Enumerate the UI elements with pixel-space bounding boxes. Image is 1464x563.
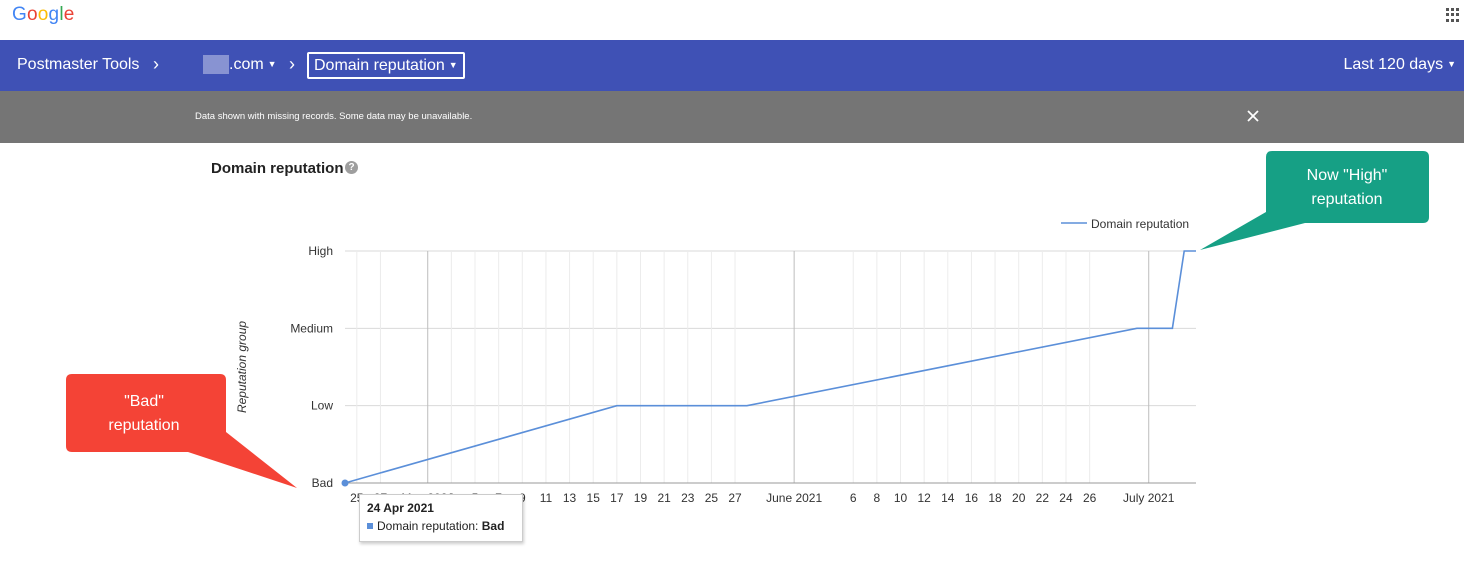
x-tick-label: 11 bbox=[540, 491, 553, 505]
domain-reputation-chart: BadLowMediumHigh2527May 2021357911131517… bbox=[66, 151, 1429, 505]
bad-annotation-text: "Bad" reputation bbox=[70, 390, 218, 438]
y-tick-label: Bad bbox=[312, 476, 333, 490]
x-tick-label: 19 bbox=[634, 491, 648, 505]
tooltip-series-label: Domain reputation: bbox=[377, 519, 479, 533]
x-tick-label: 8 bbox=[874, 491, 881, 505]
high-annotation-line2: reputation bbox=[1311, 191, 1383, 208]
x-tick-label: 26 bbox=[1083, 491, 1097, 505]
x-tick-label: 6 bbox=[850, 491, 857, 505]
tooltip-date: 24 Apr 2021 bbox=[367, 501, 434, 515]
x-tick-label: 13 bbox=[563, 491, 577, 505]
series-swatch bbox=[367, 523, 373, 529]
x-tick-label: 20 bbox=[1012, 491, 1026, 505]
chart-tooltip: 24 Apr 2021 Domain reputation: Bad bbox=[359, 494, 523, 542]
x-tick-label: 10 bbox=[894, 491, 908, 505]
x-tick-label: 22 bbox=[1036, 491, 1050, 505]
data-point bbox=[341, 479, 349, 487]
x-tick-label: 25 bbox=[705, 491, 719, 505]
tooltip-value: Bad bbox=[481, 519, 505, 533]
tooltip-series-line: Domain reputation: Bad bbox=[367, 519, 504, 533]
series-line bbox=[344, 250, 1196, 484]
x-tick-label: 27 bbox=[728, 491, 742, 505]
y-tick-label: Low bbox=[311, 399, 333, 413]
high-annotation-text: Now "High" reputation bbox=[1268, 164, 1426, 212]
x-tick-label: 23 bbox=[681, 491, 695, 505]
x-tick-label: 17 bbox=[610, 491, 624, 505]
x-tick-label: 21 bbox=[657, 491, 671, 505]
x-tick-label: 12 bbox=[917, 491, 931, 505]
y-tick-label: High bbox=[308, 244, 333, 258]
y-tick-label: Medium bbox=[290, 321, 333, 335]
x-tick-label: July 2021 bbox=[1123, 491, 1175, 505]
x-tick-label: 16 bbox=[965, 491, 979, 505]
bad-annotation-line2: reputation bbox=[108, 417, 180, 434]
x-tick-label: 15 bbox=[587, 491, 601, 505]
x-tick-label: 14 bbox=[941, 491, 955, 505]
x-tick-label: 18 bbox=[988, 491, 1002, 505]
high-annotation-line1: Now "High" bbox=[1306, 167, 1388, 184]
bad-annotation-line1: "Bad" bbox=[124, 393, 164, 410]
y-axis-label: Reputation group bbox=[235, 321, 249, 413]
x-tick-label: 24 bbox=[1059, 491, 1073, 505]
x-tick-label: June 2021 bbox=[766, 491, 822, 505]
legend-label: Domain reputation bbox=[1091, 217, 1189, 231]
